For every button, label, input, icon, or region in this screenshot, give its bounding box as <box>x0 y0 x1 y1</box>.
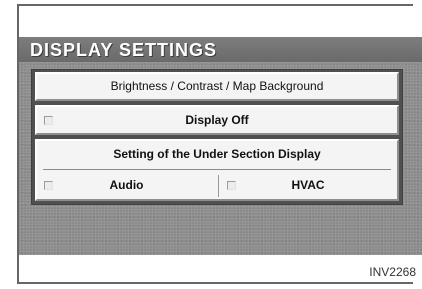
display-off-button[interactable]: Display Off <box>35 105 399 135</box>
screen-title: DISPLAY SETTINGS <box>30 40 218 60</box>
audio-label: Audio <box>109 178 144 192</box>
hvac-label: HVAC <box>291 178 325 192</box>
under-section-display-group: Setting of the Under Section Display Aud… <box>35 139 399 201</box>
brightness-contrast-map-background-button[interactable]: Brightness / Contrast / Map Background <box>35 72 399 101</box>
display-off-label: Display Off <box>185 113 249 127</box>
section-divider <box>43 169 391 170</box>
figure-code: INV2268 <box>369 265 416 279</box>
hvac-indicator <box>227 181 236 190</box>
audio-indicator <box>44 181 53 190</box>
display-screen: DISPLAY SETTINGS Brightness / Contrast /… <box>19 37 422 255</box>
settings-menu: Brightness / Contrast / Map Background D… <box>31 69 403 205</box>
audio-button[interactable]: Audio <box>37 175 216 197</box>
title-bar: DISPLAY SETTINGS <box>19 37 422 62</box>
display-off-indicator <box>44 116 53 125</box>
hvac-button[interactable]: HVAC <box>218 175 397 197</box>
under-section-display-label: Setting of the Under Section Display <box>113 147 321 161</box>
